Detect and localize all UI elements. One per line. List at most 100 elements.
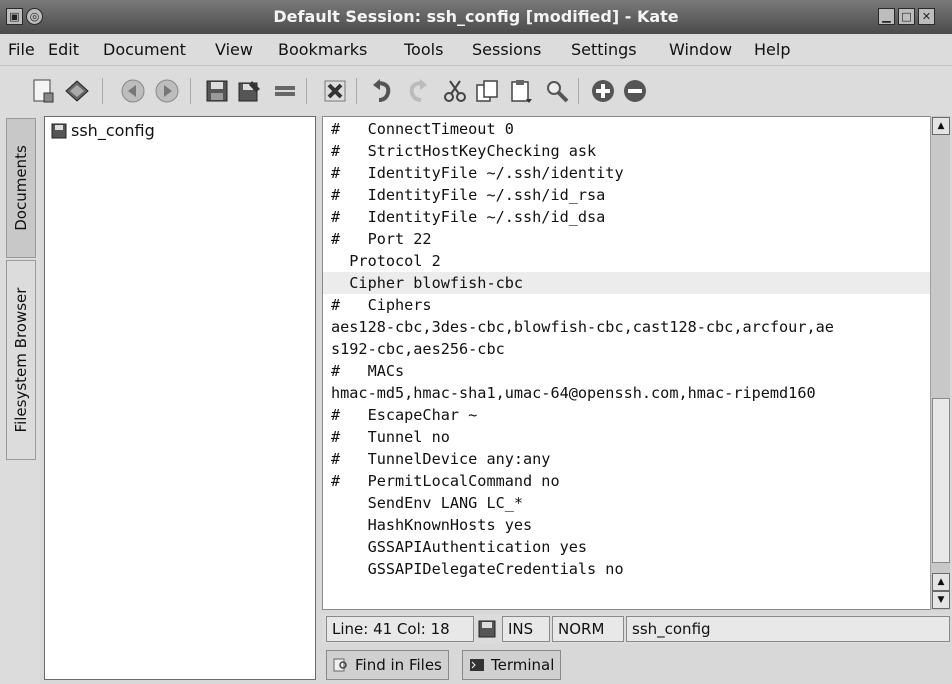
tab-filesystem-label: Filesystem Browser bbox=[12, 287, 30, 433]
editor-line-text: s192-cbc,aes256-cbc bbox=[331, 340, 505, 358]
menu-help[interactable]: Help bbox=[754, 40, 790, 59]
editor-line[interactable]: # StrictHostKeyChecking ask bbox=[323, 140, 935, 162]
menu-file[interactable]: File bbox=[8, 40, 35, 59]
editor-line[interactable]: SendEnv LANG LC_* bbox=[323, 492, 935, 514]
menu-window[interactable]: Window bbox=[669, 40, 732, 59]
main-toolbar bbox=[0, 66, 952, 116]
print-icon[interactable] bbox=[272, 78, 298, 104]
menu-document[interactable]: Document bbox=[103, 40, 186, 59]
editor-line-text: # IdentityFile ~/.ssh/id_dsa bbox=[331, 208, 606, 226]
tab-filesystem-browser[interactable]: Filesystem Browser bbox=[6, 260, 36, 460]
selection-mode[interactable]: NORM bbox=[552, 616, 624, 642]
menu-edit[interactable]: Edit bbox=[48, 40, 79, 59]
document-name: ssh_config bbox=[71, 121, 155, 140]
copy-icon[interactable] bbox=[474, 78, 500, 104]
menu-bookmarks[interactable]: Bookmarks bbox=[278, 40, 367, 59]
editor-line[interactable]: # TunnelDevice any:any bbox=[323, 448, 935, 470]
close-document-icon[interactable] bbox=[322, 78, 348, 104]
title-bar[interactable]: ▣ ◎ Default Session: ssh_config [modifie… bbox=[0, 0, 952, 34]
zoom-out-icon[interactable] bbox=[622, 78, 648, 104]
editor-line[interactable]: # ConnectTimeout 0 bbox=[323, 118, 935, 140]
window-title: Default Session: ssh_config [modified] -… bbox=[273, 7, 679, 26]
insert-mode[interactable]: INS bbox=[502, 616, 550, 642]
toolbar-separator bbox=[102, 78, 103, 104]
editor-line[interactable]: # IdentityFile ~/.ssh/id_dsa bbox=[323, 206, 935, 228]
editor-line[interactable]: GSSAPIAuthentication yes bbox=[323, 536, 935, 558]
editor-line-text: Protocol 2 bbox=[331, 252, 441, 270]
editor-line[interactable]: GSSAPIDelegateCredentials no bbox=[323, 558, 935, 580]
cursor-position: Line: 41 Col: 18 bbox=[326, 616, 474, 642]
scroll-up-button[interactable]: ▲ bbox=[932, 117, 950, 135]
forward-icon[interactable] bbox=[154, 78, 180, 104]
editor-line-text: # IdentityFile ~/.ssh/id_rsa bbox=[331, 186, 606, 204]
save-icon[interactable] bbox=[204, 78, 230, 104]
toolbar-separator bbox=[190, 78, 191, 104]
editor-line[interactable]: aes128-cbc,3des-cbc,blowfish-cbc,cast128… bbox=[323, 316, 935, 338]
tab-documents[interactable]: Documents bbox=[6, 118, 36, 258]
status-bar: Line: 41 Col: 18 INS NORM ssh_config bbox=[322, 614, 950, 644]
editor-line-text: GSSAPIAuthentication yes bbox=[331, 538, 588, 556]
editor-line-text: # PermitLocalCommand no bbox=[331, 472, 560, 490]
tab-documents-label: Documents bbox=[12, 145, 30, 231]
save-as-icon[interactable] bbox=[236, 78, 262, 104]
undo-icon[interactable] bbox=[370, 78, 396, 104]
find-icon[interactable] bbox=[544, 78, 570, 104]
menu-sessions[interactable]: Sessions bbox=[472, 40, 541, 59]
documents-panel: ssh_config bbox=[44, 116, 316, 680]
editor-line[interactable]: # PermitLocalCommand no bbox=[323, 470, 935, 492]
scrollbar-thumb[interactable] bbox=[932, 398, 950, 563]
tab-find-in-files[interactable]: Find in Files bbox=[326, 650, 449, 680]
editor-line-text: # TunnelDevice any:any bbox=[331, 450, 551, 468]
editor-line[interactable]: # Ciphers bbox=[323, 294, 935, 316]
document-list-item[interactable]: ssh_config bbox=[51, 121, 155, 140]
editor-line[interactable]: # Port 22 bbox=[323, 228, 935, 250]
menu-tools[interactable]: Tools bbox=[404, 40, 443, 59]
text-editor[interactable]: # ConnectTimeout 0 # StrictHostKeyCheckin… bbox=[322, 116, 936, 610]
vertical-scrollbar[interactable]: ▲ ▲ ▼ bbox=[930, 116, 950, 610]
cut-icon[interactable] bbox=[442, 78, 468, 104]
editor-line-text: # Port 22 bbox=[331, 230, 432, 248]
editor-line[interactable]: # EscapeChar ~ bbox=[323, 404, 935, 426]
editor-line[interactable]: s192-cbc,aes256-cbc bbox=[323, 338, 935, 360]
side-tab-strip: Documents Filesystem Browser bbox=[0, 116, 40, 684]
back-icon[interactable] bbox=[120, 78, 146, 104]
redo-icon[interactable] bbox=[404, 78, 430, 104]
editor-line-text: GSSAPIDelegateCredentials no bbox=[331, 560, 624, 578]
menu-bar: File Edit Document View Bookmarks Tools … bbox=[0, 34, 952, 66]
editor-line-text: # EscapeChar ~ bbox=[331, 406, 478, 424]
new-document-icon[interactable] bbox=[30, 78, 56, 104]
editor-current-line[interactable]: Cipher blowfish-cbc bbox=[323, 272, 935, 294]
minimize-button[interactable]: ▁ bbox=[878, 8, 895, 25]
toolbar-separator bbox=[306, 78, 307, 104]
editor-line-text: aes128-cbc,3des-cbc,blowfish-cbc,cast128… bbox=[331, 318, 834, 336]
editor-line[interactable]: # IdentityFile ~/.ssh/identity bbox=[323, 162, 935, 184]
tab-find-label: Find in Files bbox=[355, 656, 442, 674]
open-document-icon[interactable] bbox=[64, 78, 90, 104]
close-button[interactable]: ✕ bbox=[918, 8, 935, 25]
scroll-up-button-lower[interactable]: ▲ bbox=[932, 573, 950, 591]
scroll-down-button[interactable]: ▼ bbox=[932, 591, 950, 609]
editor-line[interactable]: hmac-md5,hmac-sha1,umac-64@openssh.com,h… bbox=[323, 382, 935, 404]
editor-line[interactable]: Protocol 2 bbox=[323, 250, 935, 272]
editor-line[interactable]: # MACs bbox=[323, 360, 935, 382]
maximize-button[interactable]: □ bbox=[898, 8, 915, 25]
menu-view[interactable]: View bbox=[215, 40, 253, 59]
editor-line[interactable]: HashKnownHosts yes bbox=[323, 514, 935, 536]
editor-line[interactable]: # Tunnel no bbox=[323, 426, 935, 448]
status-filename: ssh_config bbox=[626, 616, 950, 642]
editor-line[interactable]: # IdentityFile ~/.ssh/id_rsa bbox=[323, 184, 935, 206]
editor-line-text: # IdentityFile ~/.ssh/identity bbox=[331, 164, 624, 182]
paste-icon[interactable] bbox=[508, 78, 534, 104]
file-icon bbox=[51, 123, 67, 138]
toolbar-separator bbox=[578, 78, 579, 104]
editor-line-text: hmac-md5,hmac-sha1,umac-64@openssh.com,h… bbox=[331, 384, 816, 402]
zoom-in-icon[interactable] bbox=[590, 78, 616, 104]
terminal-icon bbox=[470, 659, 484, 671]
menu-settings[interactable]: Settings bbox=[571, 40, 637, 59]
modified-icon bbox=[478, 620, 496, 638]
tab-terminal[interactable]: Terminal bbox=[462, 650, 562, 680]
editor-line-text: Cipher blowfish-cbc bbox=[331, 274, 524, 292]
bottom-tool-tabs: Find in Files Terminal bbox=[322, 648, 950, 682]
editor-line-text: # StrictHostKeyChecking ask bbox=[331, 142, 597, 160]
toolbar-separator bbox=[356, 78, 357, 104]
